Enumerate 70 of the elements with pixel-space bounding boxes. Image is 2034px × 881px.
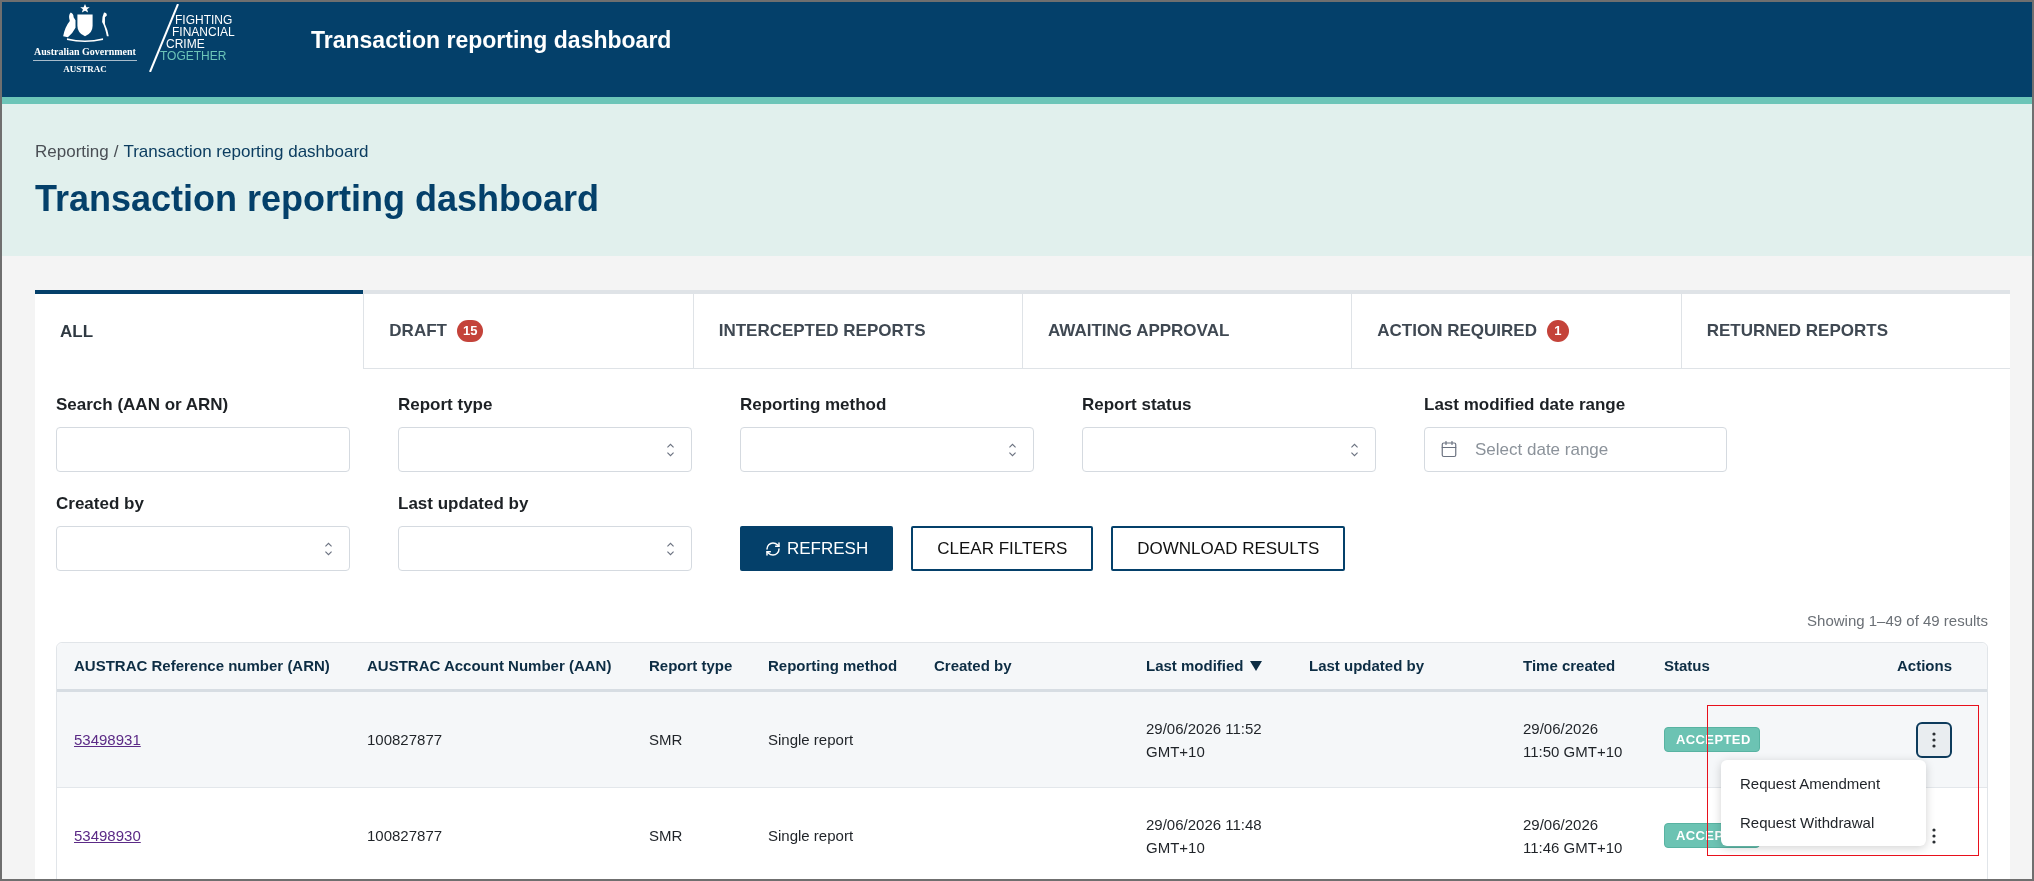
column-header: Report type	[649, 655, 733, 676]
arn-link[interactable]: 53498930	[74, 826, 141, 844]
vertical-dots-icon	[1932, 731, 1936, 748]
field-label: Search (AAN or ARN)	[56, 395, 230, 415]
field-label: Created by	[56, 494, 145, 514]
table-cell-text: SMR	[649, 730, 684, 750]
vertical-dots-icon	[1932, 827, 1936, 844]
search-field[interactable]	[56, 427, 350, 472]
results-summary: Showing 1–49 of 49 results	[1807, 612, 1988, 630]
table-cell-text: Single report	[768, 826, 855, 846]
column-header: Last updated by	[1309, 655, 1424, 676]
field-label: Report type	[398, 395, 494, 415]
select-field[interactable]	[1082, 427, 1376, 472]
slogan-line: CRIME	[166, 38, 206, 50]
count-badge: 15	[456, 320, 484, 342]
field-label: Last modified date range	[1424, 395, 1627, 415]
column-header: Actions	[1897, 655, 1952, 676]
sort-descending-icon[interactable]	[1249, 661, 1262, 671]
status-tab[interactable]: DRAFT 15	[363, 290, 693, 369]
column-header: Created by	[934, 655, 1012, 676]
chevrons-icon	[1008, 442, 1017, 457]
status-tab[interactable]: INTERCEPTED REPORTS	[692, 290, 1022, 369]
refresh-icon	[765, 540, 781, 557]
column-header: Reporting method	[768, 655, 898, 676]
table-cell-text: 100827877	[367, 826, 444, 846]
chevrons-icon	[324, 541, 333, 556]
column-header: AUSTRAC Reference number (ARN)	[74, 655, 330, 676]
select-field[interactable]	[398, 526, 692, 571]
select-field[interactable]	[740, 427, 1034, 472]
table-cell-text: SMR	[649, 826, 684, 846]
status-tab[interactable]: RETURNED REPORTS	[1680, 290, 2010, 369]
app-title: Transaction reporting dashboard	[311, 26, 672, 54]
chevrons-icon	[666, 541, 675, 556]
breadcrumb-current: Transaction reporting dashboard	[123, 142, 369, 162]
select-field[interactable]	[398, 427, 692, 472]
breadcrumb-separator: /	[113, 142, 119, 162]
field-label: Last updated by	[398, 494, 530, 514]
page-title: Transaction reporting dashboard	[35, 177, 601, 221]
column-header: Time created	[1523, 655, 1616, 676]
calendar-icon	[1440, 440, 1458, 458]
column-header: AUSTRAC Account Number (AAN)	[367, 655, 612, 676]
more-options-button[interactable]	[1916, 721, 1952, 758]
refresh-button[interactable]: REFRESH	[740, 526, 894, 571]
slogan-line: FIGHTING	[175, 14, 234, 26]
government-name: Australian Government	[33, 45, 137, 61]
date-range-field[interactable]: Select date range	[1424, 427, 1727, 472]
filter-action-button[interactable]: DOWNLOAD RESULTS	[1111, 526, 1346, 571]
status-tab[interactable]: ACTION REQUIRED 1	[1351, 290, 1681, 369]
slogan-line: FINANCIAL	[172, 26, 236, 38]
table-cell-text: Single report	[768, 730, 855, 750]
status-tab[interactable]: AWAITING APPROVAL	[1022, 290, 1352, 369]
field-label: Report status	[1082, 395, 1193, 415]
menu-item[interactable]: Request Amendment	[1721, 763, 1926, 803]
agency-name: AUSTRAC	[63, 64, 107, 75]
filter-action-button[interactable]: CLEAR FILTERS	[911, 526, 1094, 571]
chevrons-icon	[1350, 442, 1359, 457]
column-header: Status	[1664, 655, 1710, 676]
arn-link[interactable]: 53498931	[74, 730, 141, 748]
slogan-line: TOGETHER	[160, 50, 228, 62]
table-cell-text: 29/06/2026 11:46 GMT+10	[1523, 814, 1624, 858]
table-cell-text: 29/06/2026 11:52 GMT+10	[1146, 718, 1263, 762]
table-cell-text: 29/06/2026 11:50 GMT+10	[1523, 718, 1624, 762]
breadcrumb-link[interactable]: Reporting	[35, 142, 109, 162]
field-label: Reporting method	[740, 395, 888, 415]
select-field[interactable]	[56, 526, 350, 571]
count-badge: 1	[1546, 320, 1569, 342]
table-cell-text: 100827877	[367, 730, 444, 750]
table-cell-text: 29/06/2026 11:48 GMT+10	[1146, 814, 1263, 858]
chevrons-icon	[666, 442, 675, 457]
column-header[interactable]: Last modified	[1146, 654, 1244, 678]
